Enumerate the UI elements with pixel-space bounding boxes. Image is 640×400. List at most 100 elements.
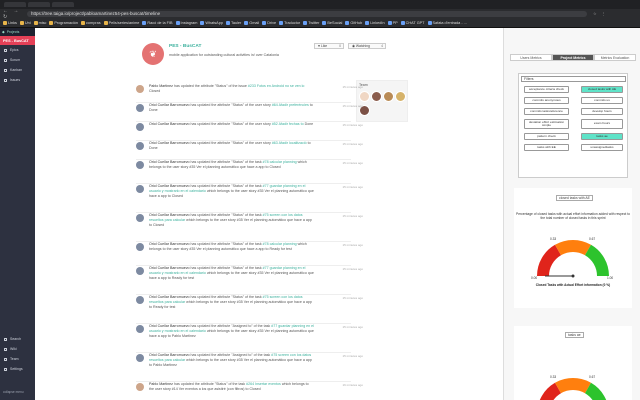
sidebar-item-epics[interactable]: Epics	[0, 45, 35, 55]
entry-user[interactable]: Oriol Cuellar Barromuevo	[149, 324, 190, 328]
filter-chip[interactable]: deviation effort estimation simple	[524, 119, 569, 129]
project-title[interactable]: PES - BusCAT	[0, 36, 35, 45]
user-avatar[interactable]	[136, 267, 144, 275]
entry-user[interactable]: Pablo Martinez	[149, 84, 173, 88]
sidebar-item-kanban[interactable]: Kanban	[0, 65, 35, 75]
bookmark-item[interactable]: Gmail	[244, 20, 259, 25]
bookmark-item[interactable]: BeSocial	[322, 20, 342, 25]
browser-tab[interactable]	[28, 2, 50, 7]
filters-dropdown[interactable]: Filters	[521, 76, 626, 82]
bookmark-label: Instagram	[180, 20, 198, 25]
bookmark-item[interactable]: CHAT GPT	[400, 20, 425, 25]
team-avatar[interactable]	[371, 91, 382, 102]
filter-chip[interactable]: acceptance criteria check	[524, 86, 569, 93]
timeline-entry: Oriol Cuellar Barromuevo has updated the…	[136, 141, 363, 160]
sidebar-item-team[interactable]: Team	[0, 354, 35, 364]
user-avatar[interactable]	[136, 185, 144, 193]
filter-chip[interactable]: pattern check	[524, 133, 569, 140]
user-avatar[interactable]	[136, 104, 144, 112]
entry-user[interactable]: Oriol Cuellar Barromuevo	[149, 184, 190, 188]
bookmark-item[interactable]: WhatsApp	[200, 20, 223, 25]
bookmark-item[interactable]: compras	[81, 20, 101, 25]
user-avatar[interactable]	[136, 123, 144, 131]
entry-user[interactable]: Oriol Cuellar Barromuevo	[149, 141, 190, 145]
team-avatar[interactable]	[359, 91, 370, 102]
user-avatar[interactable]	[136, 354, 144, 362]
entry-user[interactable]: Oriol Cuellar Barromuevo	[149, 353, 190, 357]
entry-link[interactable]: #63 Afadir localització	[272, 141, 307, 145]
filter-chip[interactable]: tasks ae	[581, 133, 623, 140]
entry-link[interactable]: #233 Fotos en Android no se ven lo	[248, 84, 305, 88]
bookmark-item[interactable]: Uni	[19, 20, 31, 25]
user-avatar[interactable]	[136, 383, 144, 391]
bookmark-item[interactable]: Pelis/series/anime	[103, 20, 139, 25]
bookmark-label: Safata d'entrada - ...	[432, 20, 467, 25]
filter-chip[interactable]: develop hours	[581, 108, 623, 115]
bookmark-item[interactable]: PP	[387, 20, 398, 25]
filter-chip[interactable]: commits tasksreference	[524, 108, 569, 115]
filter-chip[interactable]: unassignedtasks	[581, 144, 623, 151]
browser-tab[interactable]	[4, 2, 26, 7]
entry-link[interactable]: #78 calcular planning	[263, 242, 297, 246]
bookmark-item[interactable]: Instagram	[175, 20, 198, 25]
entry-user[interactable]: Oriol Cuellar Barromuevo	[149, 213, 190, 217]
bookmark-item[interactable]: Twitter	[303, 20, 319, 25]
bookmark-item[interactable]: Safata d'entrada - ...	[427, 20, 467, 25]
entry-user[interactable]: Oriol Cuellar Barromuevo	[149, 242, 190, 246]
sidebar-item-scrum[interactable]: Scrum	[0, 55, 35, 65]
sidebar-item-settings[interactable]: Settings	[0, 364, 35, 374]
team-avatar[interactable]	[383, 91, 394, 102]
user-avatar[interactable]	[136, 243, 144, 251]
entry-link[interactable]: #78 calcular planning	[263, 160, 297, 164]
bookmark-item[interactable]: Links	[3, 20, 17, 25]
user-avatar[interactable]	[136, 325, 144, 333]
user-avatar[interactable]	[136, 85, 144, 93]
bookmark-item[interactable]: Traductor	[279, 20, 300, 25]
browser-tools[interactable]: ☆ ⋮	[593, 11, 608, 16]
filter-chip[interactable]: commits anonymous	[524, 97, 569, 104]
tab-project-metrics[interactable]: Project Metrics	[552, 54, 594, 61]
sidebar-item-issues[interactable]: Issues	[0, 75, 35, 85]
bookmark-item[interactable]: Racó de la FIB	[142, 20, 173, 25]
entry-link[interactable]: #264 Insertar eventos	[246, 382, 281, 386]
user-avatar[interactable]	[136, 296, 144, 304]
filter-chip[interactable]: closed tasks with AE	[581, 86, 623, 93]
entry-user[interactable]: Oriol Cuellar Barromuevo	[149, 266, 190, 270]
filter-chip[interactable]: tasks with EE	[524, 144, 569, 151]
projects-link[interactable]: ◆ Projects	[0, 28, 35, 36]
tab-metrics-evaluation[interactable]: Metrics Evaluation	[594, 54, 636, 61]
entry-link[interactable]: #52 Afadir fechas to	[272, 122, 304, 126]
user-avatar[interactable]	[136, 142, 144, 150]
entry-user[interactable]: Oriol Cuellar Barromuevo	[149, 122, 190, 126]
filter-chip[interactable]: exam hours	[581, 119, 623, 129]
filter-chip[interactable]: commits us	[581, 97, 623, 104]
watch-button[interactable]: ◉ Watching 4	[348, 43, 386, 49]
bookmark-item[interactable]: Programación	[49, 20, 78, 25]
sidebar-item-search[interactable]: Search	[0, 334, 35, 344]
bookmark-item[interactable]: Drive	[262, 20, 276, 25]
module-icon	[4, 78, 7, 82]
sidebar-item-wiki[interactable]: Wiki	[0, 344, 35, 354]
team-avatar[interactable]	[395, 91, 406, 102]
bookmark-item[interactable]: GitHub	[345, 20, 362, 25]
browser-tab[interactable]	[52, 2, 74, 7]
entry-user[interactable]: Oriol Cuellar Barromuevo	[149, 295, 190, 299]
user-avatar[interactable]	[136, 214, 144, 222]
entry-result: Closed	[149, 88, 161, 93]
bookmark-label: Racó de la FIB	[147, 20, 173, 25]
url-input[interactable]: https://tree.taiga.io/project/pabloamart…	[27, 10, 587, 17]
entry-link[interactable]: #64 Afadir preferències	[272, 103, 309, 107]
like-button[interactable]: ♥ Like 0	[314, 43, 344, 49]
entry-user[interactable]: Oriol Cuellar Barromuevo	[149, 160, 190, 164]
entry-user[interactable]: Oriol Cuellar Barromuevo	[149, 103, 190, 107]
entry-timestamp: 15 minutes ago	[342, 85, 363, 89]
collapse-menu-button[interactable]: collapse menu	[3, 390, 24, 394]
user-avatar[interactable]	[136, 161, 144, 169]
bookmark-item[interactable]: LinkedIn	[365, 20, 385, 25]
sidebar-item-label: Issues	[10, 78, 21, 82]
entry-user[interactable]: Pablo Martinez	[149, 382, 173, 386]
bookmark-label: compras	[86, 20, 101, 25]
bookmark-item[interactable]: misc	[33, 20, 46, 25]
tab-users-metrics[interactable]: Users Metrics	[510, 54, 552, 61]
bookmark-item[interactable]: Tauler	[225, 20, 241, 25]
